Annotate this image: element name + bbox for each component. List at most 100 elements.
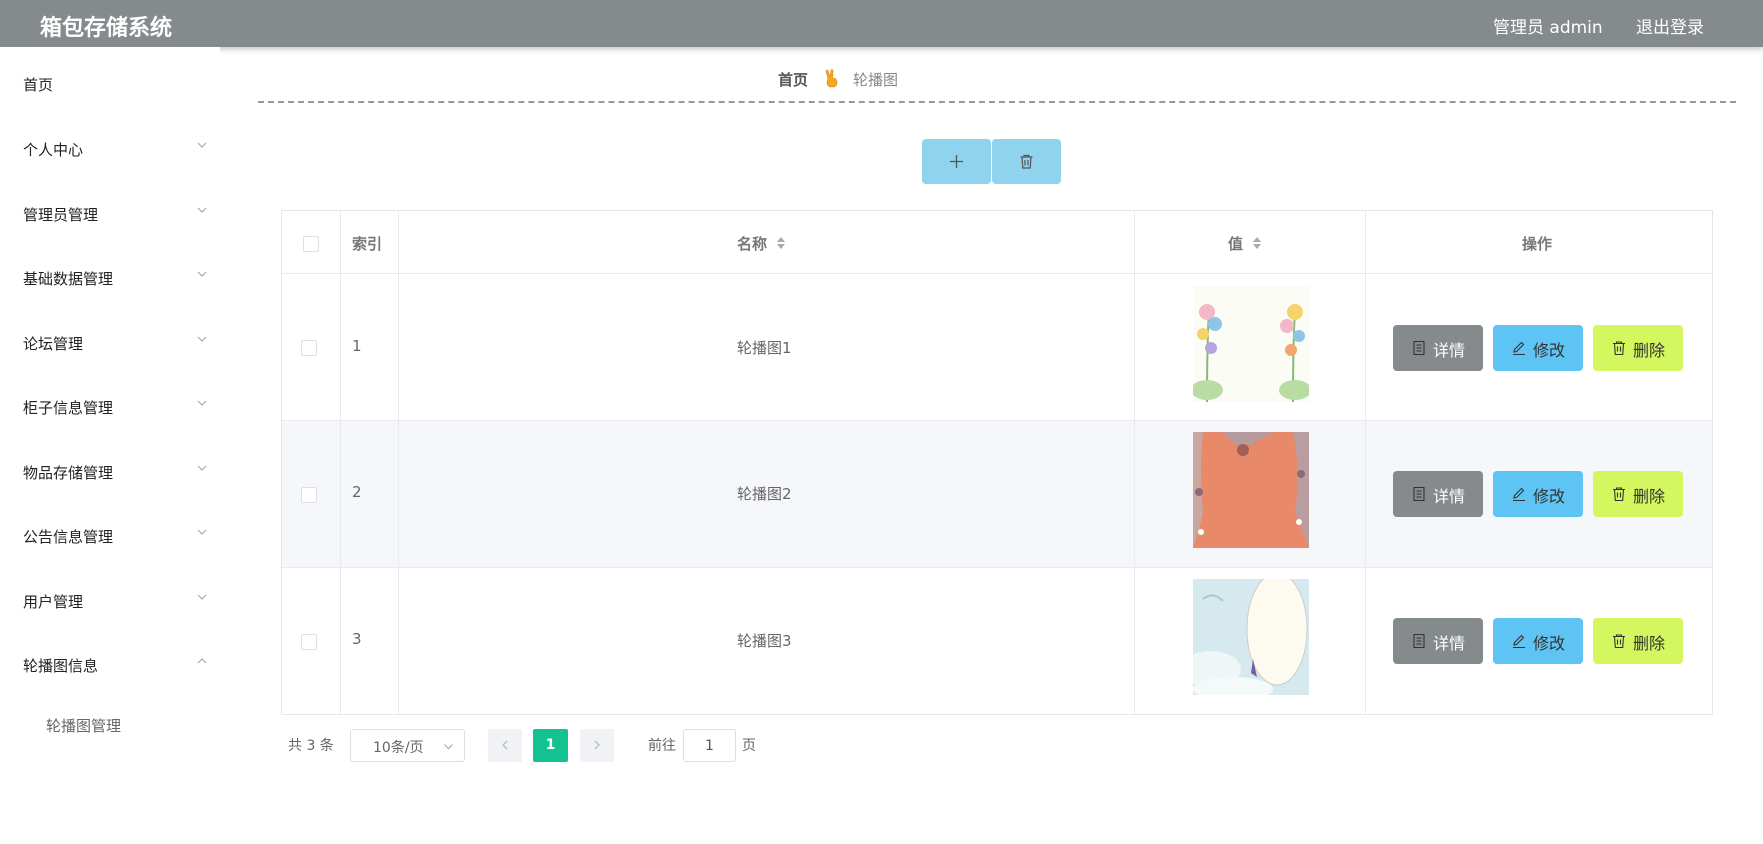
- edit-button-label: 修改: [1533, 487, 1566, 506]
- document-icon: [1413, 340, 1425, 356]
- column-header-actions: 操作: [1522, 235, 1553, 253]
- chevron-down-icon: [444, 744, 453, 750]
- breadcrumb-current: 轮播图: [853, 71, 899, 89]
- page-unit-label: 页: [742, 738, 756, 754]
- row-checkbox[interactable]: [301, 487, 317, 503]
- chevron-down-icon: [196, 591, 208, 603]
- sidebar-item-admin-management[interactable]: 管理员管理: [0, 194, 220, 234]
- sidebar: 首页 个人中心 管理员管理 基础数据管理 论坛管理 柜子信息管理 物品存储管理 …: [0, 47, 220, 844]
- edit-icon: [1513, 487, 1525, 502]
- breadcrumb-home[interactable]: 首页: [778, 69, 808, 90]
- chevron-down-icon: [196, 139, 208, 151]
- app-title: 箱包存储系统: [40, 16, 173, 41]
- next-page-button[interactable]: [580, 729, 614, 762]
- row-checkbox[interactable]: [301, 340, 317, 356]
- sidebar-item-label: 用户管理: [23, 593, 84, 611]
- sidebar-item-label: 柜子信息管理: [23, 399, 114, 417]
- sidebar-item-personal-center[interactable]: 个人中心: [0, 129, 220, 169]
- chevron-right-icon: [594, 740, 600, 750]
- chevron-left-icon: [502, 740, 508, 750]
- trash-icon: [1020, 154, 1033, 169]
- logout-link[interactable]: 退出登录: [1636, 13, 1704, 38]
- row-divider: [282, 567, 1712, 568]
- row-index: 2: [352, 483, 362, 501]
- edit-button[interactable]: 修改: [1493, 325, 1583, 371]
- edit-button[interactable]: 修改: [1493, 471, 1583, 517]
- sidebar-item-carousel-info[interactable]: 轮播图信息: [0, 645, 220, 685]
- row-index: 1: [352, 337, 362, 355]
- row-checkbox[interactable]: [301, 634, 317, 650]
- page-size-select[interactable]: 10条/页: [350, 729, 465, 762]
- row-name: 轮播图1: [737, 339, 792, 357]
- trash-icon: [1613, 634, 1625, 649]
- trash-icon: [1613, 341, 1625, 356]
- detail-button-label: 详情: [1433, 341, 1466, 360]
- sidebar-subitem-label: 轮播图管理: [46, 717, 122, 735]
- prev-page-button[interactable]: [488, 729, 522, 762]
- top-header: 箱包存储系统 管理员 admin 退出登录: [0, 0, 1763, 47]
- sidebar-item-label: 管理员管理: [23, 206, 99, 224]
- chevron-down-icon: [196, 526, 208, 538]
- edit-button[interactable]: 修改: [1493, 618, 1583, 664]
- row-divider: [282, 420, 1712, 421]
- sidebar-item-label: 论坛管理: [23, 335, 84, 353]
- chevron-down-icon: [196, 462, 208, 474]
- batch-delete-button[interactable]: [992, 139, 1061, 184]
- sidebar-subitem-carousel-management[interactable]: 轮播图管理: [0, 705, 220, 745]
- chevron-down-icon: [196, 268, 208, 280]
- sidebar-item-home[interactable]: 首页: [0, 64, 220, 104]
- pagination-total: 共 3 条: [288, 738, 334, 754]
- sort-icon[interactable]: [776, 235, 786, 251]
- detail-button[interactable]: 详情: [1393, 471, 1483, 517]
- detail-button[interactable]: 详情: [1393, 325, 1483, 371]
- carousel-table: 索引 名称 值 操作 1 轮播图1 详情 修改 删除 2 轮播图2 详情 修改 …: [281, 210, 1713, 715]
- column-divider: [1134, 211, 1135, 714]
- sidebar-item-basic-data[interactable]: 基础数据管理: [0, 258, 220, 298]
- page-size-value: 10条/页: [373, 740, 424, 756]
- delete-button[interactable]: 删除: [1593, 471, 1683, 517]
- sidebar-item-forum[interactable]: 论坛管理: [0, 323, 220, 363]
- sort-icon[interactable]: [1252, 235, 1262, 251]
- sidebar-item-label: 首页: [23, 76, 54, 94]
- goto-label: 前往: [648, 738, 676, 754]
- select-all-checkbox[interactable]: [303, 236, 319, 252]
- row-name: 轮播图3: [737, 632, 792, 650]
- thumbnail-image[interactable]: [1193, 432, 1309, 548]
- sidebar-item-label: 个人中心: [23, 141, 84, 159]
- column-divider: [340, 211, 341, 714]
- delete-button[interactable]: 删除: [1593, 325, 1683, 371]
- chevron-down-icon: [196, 204, 208, 216]
- sidebar-item-users[interactable]: 用户管理: [0, 581, 220, 621]
- thumbnail-image[interactable]: [1193, 286, 1309, 402]
- sidebar-item-label: 物品存储管理: [23, 464, 114, 482]
- sidebar-item-cabinet-info[interactable]: 柜子信息管理: [0, 387, 220, 427]
- column-header-name-wrap[interactable]: 名称: [737, 233, 767, 253]
- document-icon: [1413, 633, 1425, 649]
- row-index: 3: [352, 630, 362, 648]
- add-button[interactable]: [922, 139, 991, 184]
- sidebar-item-announcements[interactable]: 公告信息管理: [0, 516, 220, 556]
- victory-hand-icon: [823, 69, 841, 89]
- sidebar-item-label: 基础数据管理: [23, 270, 114, 288]
- delete-button-label: 删除: [1633, 487, 1666, 506]
- detail-button-label: 详情: [1433, 634, 1466, 653]
- column-header-index: 索引: [352, 235, 383, 253]
- trash-icon: [1613, 487, 1625, 502]
- delete-button-label: 删除: [1633, 341, 1666, 360]
- sidebar-item-label: 公告信息管理: [23, 528, 114, 546]
- column-divider: [1365, 211, 1366, 714]
- row-divider: [282, 273, 1712, 274]
- chevron-up-icon: [196, 655, 208, 667]
- edit-icon: [1513, 341, 1525, 356]
- sidebar-item-item-storage[interactable]: 物品存储管理: [0, 452, 220, 492]
- page-number-current[interactable]: 1: [533, 729, 568, 762]
- thumbnail-image[interactable]: [1193, 579, 1309, 695]
- chevron-down-icon: [196, 397, 208, 409]
- delete-button[interactable]: 删除: [1593, 618, 1683, 664]
- detail-button[interactable]: 详情: [1393, 618, 1483, 664]
- breadcrumb-divider: [258, 101, 1736, 103]
- goto-page-input[interactable]: [683, 729, 736, 762]
- column-header-value: 值: [1228, 235, 1244, 253]
- document-icon: [1413, 486, 1425, 502]
- column-divider: [398, 211, 399, 714]
